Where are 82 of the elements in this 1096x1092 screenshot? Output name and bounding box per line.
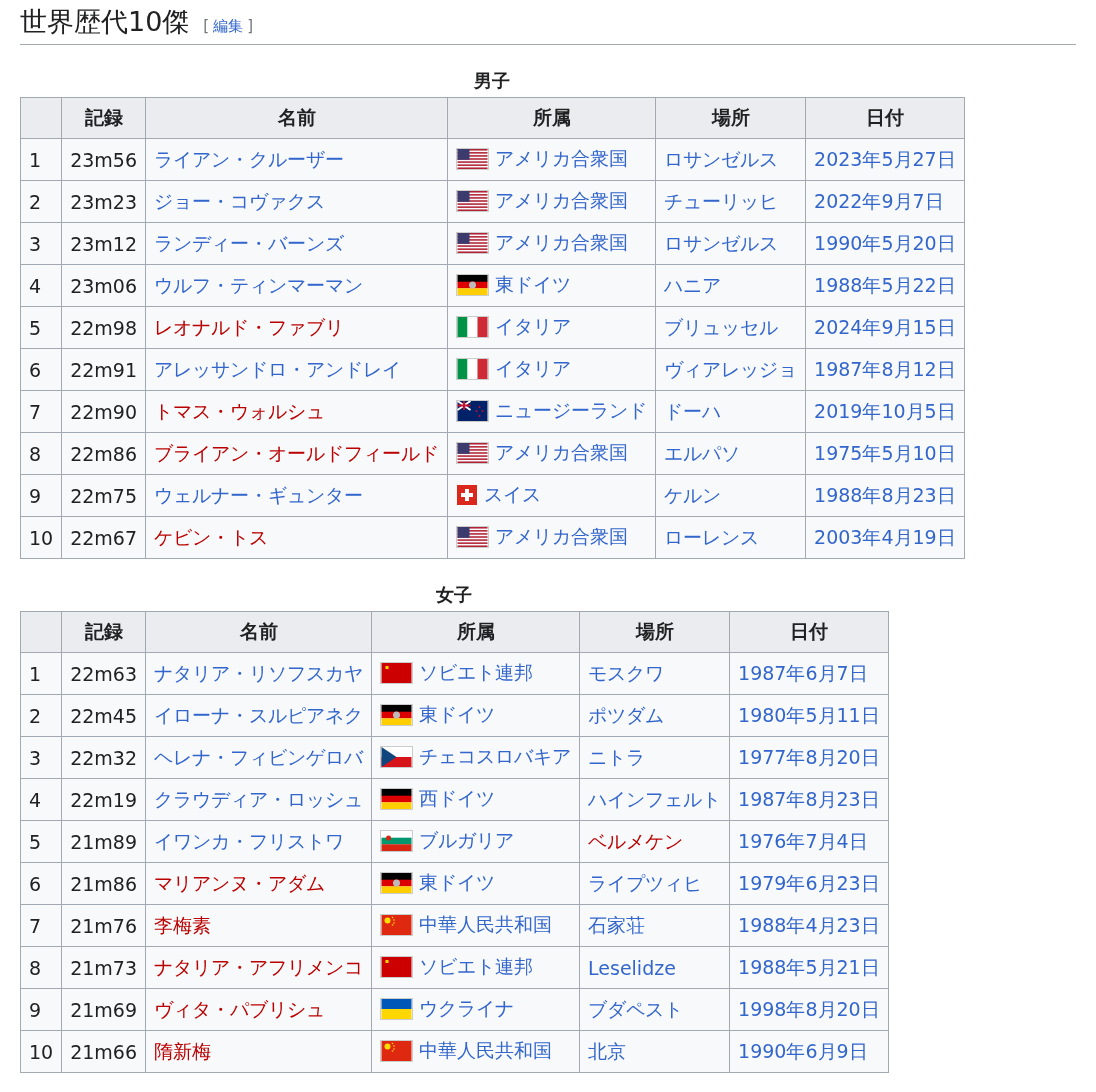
flag-icon (380, 787, 414, 810)
rank-cell: 10 (20, 516, 62, 559)
flag-icon (380, 997, 414, 1020)
record-cell: 22m98 (61, 306, 146, 349)
rank-cell: 1 (20, 652, 62, 695)
bracket: [ (203, 17, 210, 36)
rank-cell: 6 (20, 348, 62, 391)
flag-icon (456, 441, 490, 464)
record-cell: 22m75 (61, 474, 146, 517)
record-cell: 22m67 (61, 516, 146, 559)
record-cell: 23m23 (61, 180, 146, 223)
flag-icon (456, 147, 490, 170)
record-cell: 22m19 (61, 778, 146, 821)
rank-cell: 4 (20, 264, 62, 307)
rank-cell: 2 (20, 180, 62, 223)
flag-icon (456, 357, 490, 380)
column-header: 記録 (61, 97, 146, 139)
column-header: 日付 (729, 611, 889, 653)
flag-icon (380, 1039, 414, 1062)
record-cell: 21m86 (61, 862, 146, 905)
column-header: 所属 (447, 97, 656, 139)
record-cell: 23m12 (61, 222, 146, 265)
flag-icon (456, 189, 490, 212)
flag-icon (456, 273, 490, 296)
flag-icon (380, 829, 414, 852)
table-caption: 男子 (473, 69, 512, 93)
column-header: 場所 (579, 611, 730, 653)
bracket: ] (247, 17, 254, 36)
rank-cell: 3 (20, 736, 62, 779)
column-header: 記録 (61, 611, 146, 653)
record-cell: 21m73 (61, 946, 146, 989)
flag-icon (456, 399, 490, 422)
record-cell: 23m06 (61, 264, 146, 307)
rank-cell: 4 (20, 778, 62, 821)
rank-cell: 8 (20, 946, 62, 989)
flag-icon (380, 661, 414, 684)
rank-cell: 6 (20, 862, 62, 905)
rank-cell: 5 (20, 820, 62, 863)
column-header: 名前 (145, 97, 448, 139)
rank-cell: 3 (20, 222, 62, 265)
record-cell: 22m45 (61, 694, 146, 737)
rank-cell: 5 (20, 306, 62, 349)
record-cell: 23m56 (61, 138, 146, 181)
record-cell: 22m63 (61, 652, 146, 695)
record-cell: 22m90 (61, 390, 146, 433)
section-title: 世界歴代10傑 (20, 5, 190, 39)
record-cell: 21m89 (61, 820, 146, 863)
venue-link[interactable]: 北京 (588, 1039, 627, 1062)
athlete-link[interactable]: 李梅素 (154, 913, 212, 936)
rank-cell: 7 (20, 390, 62, 433)
record-cell: 22m91 (61, 348, 146, 391)
flag-icon (380, 955, 414, 978)
rank-cell: 9 (20, 474, 62, 517)
flag-icon (380, 871, 414, 894)
flag-icon (456, 485, 479, 505)
column-header: 所属 (371, 611, 580, 653)
athlete-link[interactable]: 隋新梅 (154, 1039, 212, 1062)
record-cell: 21m69 (61, 988, 146, 1031)
column-header (20, 97, 62, 139)
record-cell: 21m66 (61, 1030, 146, 1073)
rank-cell: 8 (20, 432, 62, 475)
flag-icon (456, 315, 490, 338)
column-header: 名前 (145, 611, 372, 653)
record-cell: 22m86 (61, 432, 146, 475)
table-caption: 女子 (435, 583, 474, 607)
rank-cell: 10 (20, 1030, 62, 1073)
flag-icon (380, 913, 414, 936)
country-link[interactable]: スイス (484, 482, 542, 508)
rank-cell: 9 (20, 988, 62, 1031)
flag-icon (380, 745, 414, 768)
column-header: 場所 (655, 97, 806, 139)
record-cell: 22m32 (61, 736, 146, 779)
column-header: 日付 (805, 97, 965, 139)
flag-icon (380, 703, 414, 726)
rank-cell: 7 (20, 904, 62, 947)
record-cell: 21m76 (61, 904, 146, 947)
flag-icon (456, 525, 490, 548)
rank-cell: 2 (20, 694, 62, 737)
flag-icon (456, 231, 490, 254)
edit-link[interactable]: 編集 (213, 17, 244, 36)
column-header (20, 611, 62, 653)
rank-cell: 1 (20, 138, 62, 181)
